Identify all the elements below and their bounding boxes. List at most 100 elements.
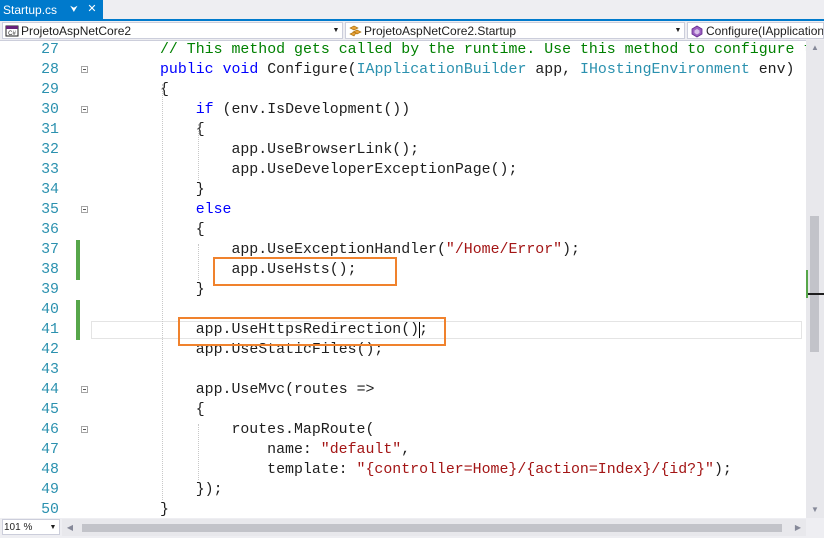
csharp-project-icon: C# <box>5 25 19 37</box>
indent-guide <box>198 124 199 180</box>
project-name: ProjetoAspNetCore2 <box>21 23 132 38</box>
collapse-icon[interactable] <box>81 66 88 73</box>
scroll-up-icon[interactable]: ▲ <box>806 40 824 56</box>
line-number: 36 <box>41 222 59 238</box>
code-line-30[interactable]: 30 if (env.IsDevelopment()) <box>0 100 806 120</box>
code-text: app.UseMvc(routes => <box>195 382 375 398</box>
navigation-bar: C# ProjetoAspNetCore2 ▼ ProjetoAspNetCor… <box>0 21 824 41</box>
code-text: app.UseDeveloperExceptionPage(); <box>231 162 518 178</box>
line-number: 38 <box>41 262 59 278</box>
class-name: ProjetoAspNetCore2.Startup <box>364 23 517 38</box>
change-indicator <box>76 260 80 280</box>
code-line-50[interactable]: 50} <box>0 500 806 518</box>
code-line-34[interactable]: 34} <box>0 180 806 200</box>
code-line-31[interactable]: 31{ <box>0 120 806 140</box>
code-text: } <box>160 502 169 518</box>
svg-text:C#: C# <box>8 31 16 37</box>
line-number: 28 <box>41 62 59 78</box>
code-line-33[interactable]: 33 app.UseDeveloperExceptionPage(); <box>0 160 806 180</box>
code-line-38[interactable]: 38 app.UseHsts(); <box>0 260 806 280</box>
horizontal-scrollbar[interactable]: ◀ ▶ <box>62 519 806 536</box>
change-indicator <box>76 240 80 260</box>
line-number: 35 <box>41 202 59 218</box>
line-number: 50 <box>41 502 59 518</box>
line-number: 34 <box>41 182 59 198</box>
annotation-highlight-box <box>213 257 397 286</box>
chevron-down-icon[interactable]: ▼ <box>47 524 59 531</box>
code-text: template: "{controller=Home}/{action=Ind… <box>267 462 732 478</box>
line-number: 30 <box>41 102 59 118</box>
code-line-46[interactable]: 46 routes.MapRoute( <box>0 420 806 440</box>
code-text: // This method gets called by the runtim… <box>160 42 806 58</box>
code-line-43[interactable]: 43 <box>0 360 806 380</box>
code-line-29[interactable]: 29{ <box>0 80 806 100</box>
zoom-dropdown[interactable]: 101 % ▼ <box>2 519 60 535</box>
code-line-47[interactable]: 47 name: "default", <box>0 440 806 460</box>
line-number: 29 <box>41 82 59 98</box>
close-icon[interactable]: ✕ <box>85 2 99 16</box>
code-line-27[interactable]: 27 // This method gets called by the runt… <box>0 40 806 60</box>
code-line-39[interactable]: 39} <box>0 280 806 300</box>
line-number: 48 <box>41 462 59 478</box>
method-icon <box>691 25 703 37</box>
project-dropdown[interactable]: C# ProjetoAspNetCore2 ▼ <box>2 22 343 39</box>
code-area[interactable]: 27 // This method gets called by the runt… <box>0 40 806 518</box>
collapse-icon[interactable] <box>81 386 88 393</box>
change-indicator <box>76 320 80 340</box>
line-number: 49 <box>41 482 59 498</box>
line-number: 45 <box>41 402 59 418</box>
collapse-icon[interactable] <box>81 206 88 213</box>
pin-icon[interactable]: ⮟ <box>68 3 80 15</box>
scroll-down-icon[interactable]: ▼ <box>806 502 824 518</box>
code-line-45[interactable]: 45 { <box>0 400 806 420</box>
code-line-28[interactable]: 28 public void Configure(IApplicationBuil… <box>0 60 806 80</box>
code-line-49[interactable]: 49}); <box>0 480 806 500</box>
scroll-left-icon[interactable]: ◀ <box>62 519 78 536</box>
change-indicator <box>76 300 80 320</box>
indent-guide <box>198 244 199 280</box>
line-number: 39 <box>41 282 59 298</box>
class-dropdown[interactable]: ProjetoAspNetCore2.Startup ▼ <box>345 22 685 39</box>
class-icon <box>349 25 362 36</box>
chevron-down-icon[interactable]: ▼ <box>330 27 342 34</box>
member-dropdown[interactable]: Configure(IApplicationBuilder <box>687 22 824 39</box>
indent-guide <box>198 424 199 480</box>
code-line-35[interactable]: 35 else <box>0 200 806 220</box>
zoom-level: 101 % <box>4 521 33 533</box>
code-text: name: "default", <box>267 442 411 458</box>
editor-bottom-bar: 101 % ▼ ◀ ▶ <box>0 518 824 538</box>
line-number: 33 <box>41 162 59 178</box>
code-text: if (env.IsDevelopment()) <box>195 102 411 118</box>
line-number: 43 <box>41 362 59 378</box>
member-name: Configure(IApplicationBuilder <box>706 23 823 38</box>
text-caret <box>419 322 420 338</box>
indent-guide <box>162 84 163 500</box>
line-number: 27 <box>41 42 59 58</box>
code-line-44[interactable]: 44 app.UseMvc(routes => <box>0 380 806 400</box>
scroll-thumb[interactable] <box>82 524 782 532</box>
annotation-highlight-box <box>178 317 446 346</box>
scroll-right-icon[interactable]: ▶ <box>790 519 806 536</box>
line-number: 37 <box>41 242 59 258</box>
caret-position-marker <box>808 293 824 295</box>
code-editor[interactable]: 27 // This method gets called by the runt… <box>0 40 824 518</box>
code-line-37[interactable]: 37 app.UseExceptionHandler("/Home/Error")… <box>0 240 806 260</box>
code-line-36[interactable]: 36 { <box>0 220 806 240</box>
code-line-48[interactable]: 48 template: "{controller=Home}/{action=I… <box>0 460 806 480</box>
code-text: }); <box>195 482 223 498</box>
line-number: 42 <box>41 342 59 358</box>
vertical-scrollbar[interactable]: ▲ ▼ <box>806 40 824 518</box>
chevron-down-icon[interactable]: ▼ <box>672 27 684 34</box>
line-number: 40 <box>41 302 59 318</box>
line-number: 32 <box>41 142 59 158</box>
code-text: public void Configure(IApplicationBuilde… <box>160 62 795 78</box>
scroll-thumb[interactable] <box>810 216 819 352</box>
line-number: 44 <box>41 382 59 398</box>
tab-startup-cs[interactable]: Startup.cs ⮟ ✕ <box>0 0 103 19</box>
collapse-icon[interactable] <box>81 106 88 113</box>
code-text: else <box>195 202 232 218</box>
code-line-32[interactable]: 32 app.UseBrowserLink(); <box>0 140 806 160</box>
collapse-icon[interactable] <box>81 426 88 433</box>
code-text: { <box>195 402 205 418</box>
tab-title: Startup.cs <box>3 2 58 17</box>
